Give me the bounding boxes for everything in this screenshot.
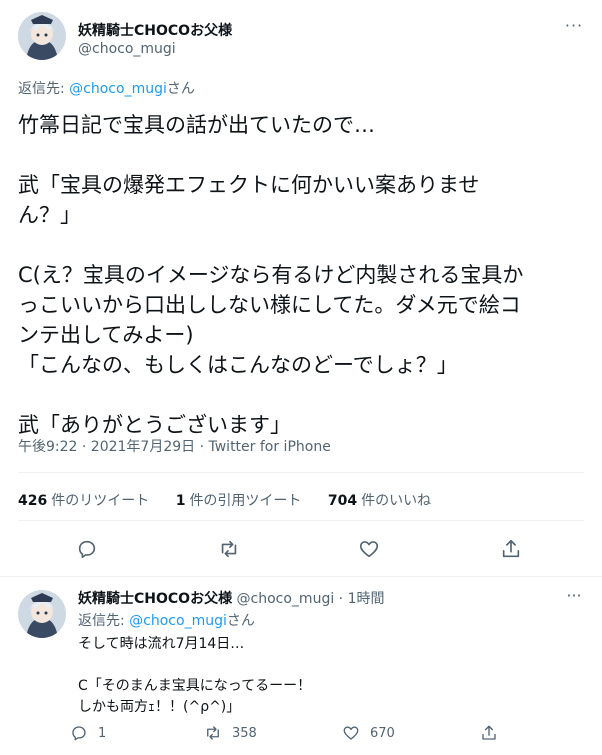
retweet-icon — [221, 540, 237, 558]
reply-author-handle[interactable]: @choco_mugi — [237, 591, 335, 607]
reply-count: 1 — [98, 725, 107, 741]
reply-to-prefix: 返信先: — [18, 81, 70, 97]
likes-label: 件のいいね — [361, 493, 432, 509]
tweet-timestamp[interactable]: 午後9:22 · 2021年7月29日 · Twitter for iPhone — [18, 436, 331, 456]
like-icon — [343, 726, 359, 740]
avatar-image — [18, 12, 66, 60]
share-button[interactable] — [494, 532, 528, 566]
more-options-icon[interactable]: ··· — [563, 16, 585, 36]
reply-to-suffix: さん — [226, 613, 255, 629]
separator-dot: · — [334, 591, 348, 607]
share-icon — [502, 539, 520, 558]
reply-header: 妖精騎士CHOCOお父様 @choco_mugi · 1時間 — [78, 588, 385, 608]
reply-author-name[interactable]: 妖精騎士CHOCOお父様 — [78, 591, 232, 607]
reply-reply-button[interactable]: 1 — [70, 724, 106, 742]
reply-share-button[interactable] — [480, 724, 498, 742]
reply-icon — [78, 540, 96, 559]
quotes-stat[interactable]: 1 件の引用ツイート — [176, 490, 302, 510]
share-icon — [482, 725, 496, 740]
retweets-count: 426 — [18, 493, 48, 509]
reply-avatar[interactable] — [18, 590, 66, 638]
avatar[interactable] — [18, 12, 66, 60]
reply-retweet-button[interactable]: 358 — [204, 724, 257, 742]
tweet-actions — [0, 532, 602, 568]
retweet-button[interactable] — [212, 532, 246, 566]
quotes-count: 1 — [175, 493, 186, 509]
reply-to-prefix: 返信先: — [78, 613, 130, 629]
author-name[interactable]: 妖精騎士CHOCOお父様 — [78, 20, 232, 40]
reply-actions: 1 358 670 — [70, 724, 590, 748]
divider — [18, 472, 584, 473]
reply-to-handle-link[interactable]: @choco_mugi — [69, 81, 167, 97]
reply-icon — [72, 726, 86, 741]
reply-text: そして時は流れ7月14日… C「そのまんま宝具になってるーー！ しかも両方ｪ！！… — [78, 636, 312, 715]
reply-tweet[interactable]: 妖精騎士CHOCOお父様 @choco_mugi · 1時間 ··· 返信先: … — [0, 578, 602, 755]
divider — [0, 576, 602, 577]
reply-to-handle-link[interactable]: @choco_mugi — [129, 613, 227, 629]
reply-like-button[interactable]: 670 — [342, 724, 395, 742]
like-button[interactable] — [352, 532, 386, 566]
likes-stat[interactable]: 704 件のいいね — [328, 490, 431, 510]
reply-reply-to: 返信先: @choco_mugiさん — [78, 610, 255, 630]
reply-button[interactable] — [70, 532, 104, 566]
retweet-icon — [207, 726, 219, 740]
divider — [18, 520, 584, 521]
retweet-count: 358 — [232, 725, 257, 741]
reply-to-suffix: さん — [166, 81, 195, 97]
likes-count: 704 — [327, 493, 358, 509]
retweets-stat[interactable]: 426 件のリツイート — [18, 490, 149, 510]
avatar-image — [18, 590, 66, 638]
like-icon — [359, 541, 379, 558]
quotes-label: 件の引用ツイート — [189, 493, 302, 509]
retweets-label: 件のリツイート — [51, 493, 150, 509]
like-count: 670 — [370, 725, 395, 741]
reply-to: 返信先: @choco_mugiさん — [18, 78, 195, 98]
reply-time[interactable]: 1時間 — [348, 591, 385, 607]
tweet-stats: 426 件のリツイート 1 件の引用ツイート 704 件のいいね — [18, 490, 453, 510]
tweet-text: 竹箒日記で宝具の話が出ていたので… 武「宝具の爆発エフェクトに何かいい案ありませ… — [18, 113, 524, 437]
author-handle[interactable]: @choco_mugi — [78, 41, 176, 57]
reply-more-options-icon[interactable]: ··· — [563, 586, 585, 606]
